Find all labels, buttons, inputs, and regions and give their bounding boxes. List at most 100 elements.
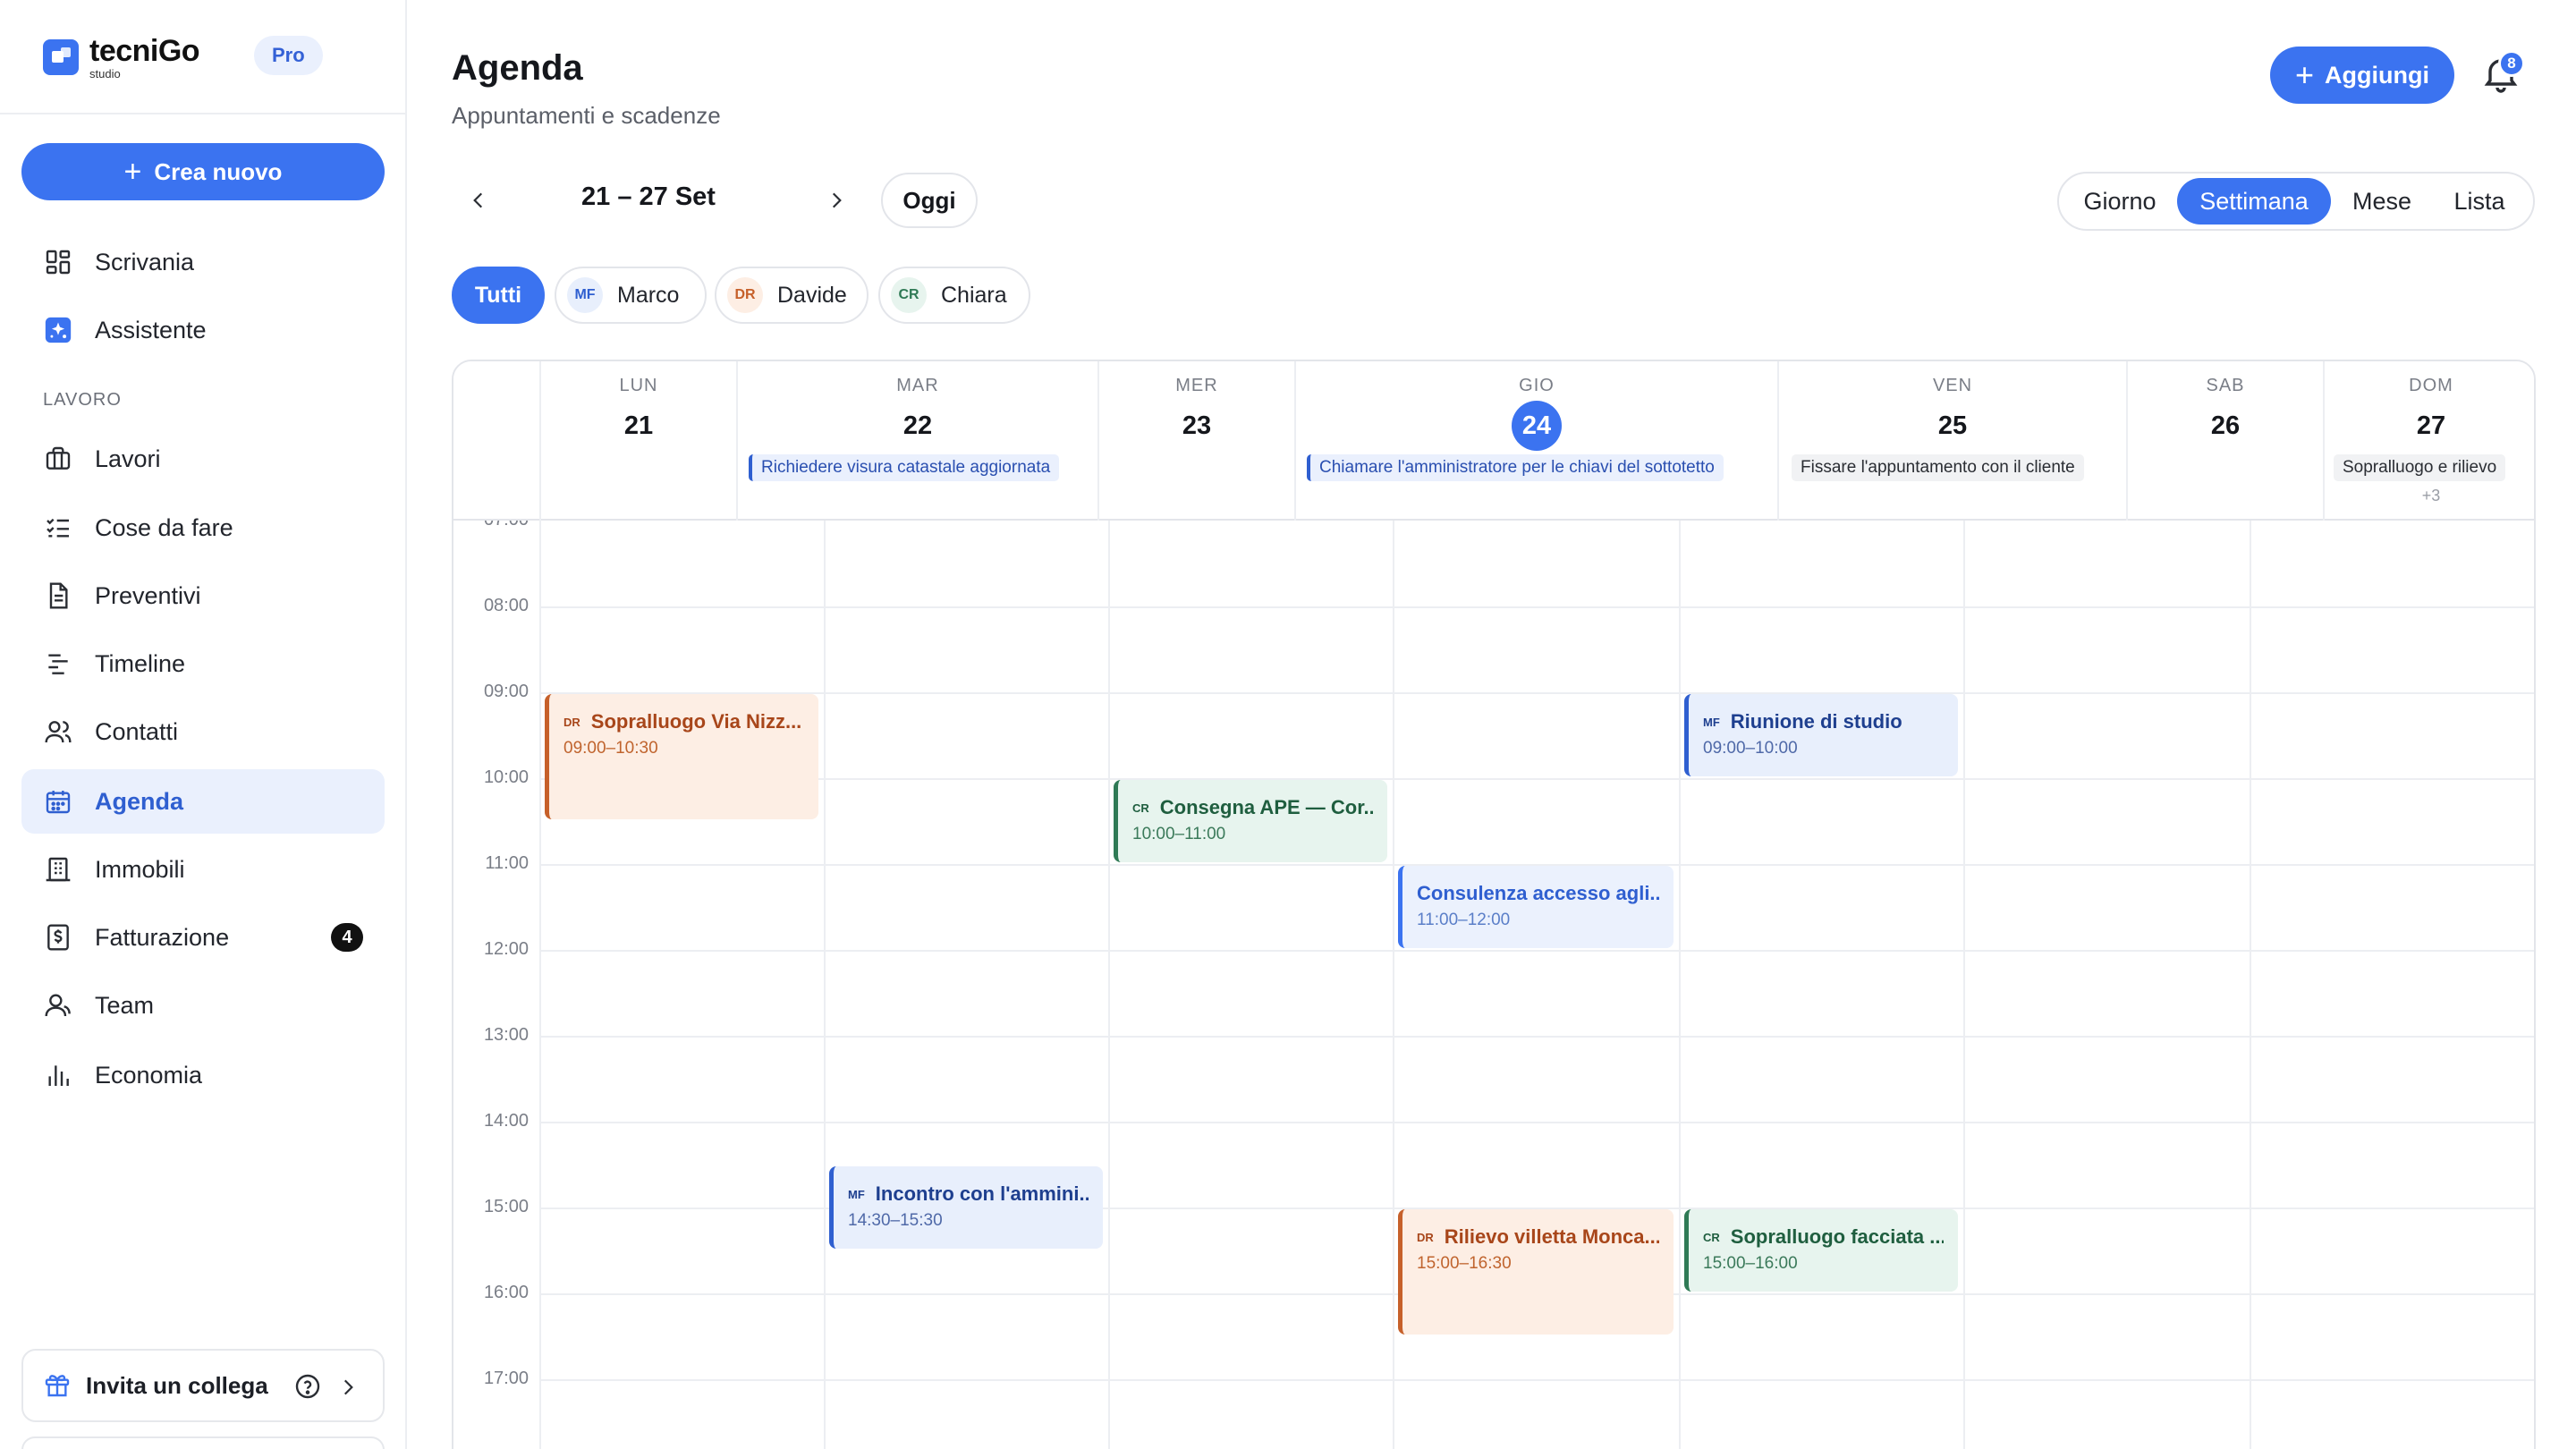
event-owner-initials: CR: [1703, 1230, 1720, 1244]
sidebar-item-label: Fatturazione: [95, 923, 230, 951]
calendar-event[interactable]: CR Consegna APE — Cor... 10:00–11:00: [1114, 780, 1387, 862]
brand[interactable]: tecniGo studio: [43, 30, 200, 84]
filter-chip-tutti[interactable]: Tutti: [452, 267, 545, 324]
day-of-week: LUN: [619, 376, 658, 395]
view-option-mese[interactable]: Mese: [2333, 178, 2431, 225]
event-title-text: Consulenza accesso agli...: [1417, 882, 1659, 904]
plan-badge[interactable]: Pro: [254, 36, 323, 75]
view-option-settimana[interactable]: Settimana: [2177, 178, 2331, 225]
previous-week-button[interactable]: [459, 181, 498, 220]
sidebar-item-preventivi[interactable]: Preventivi: [21, 564, 385, 628]
calendar-event[interactable]: MF Riunione di studio 09:00–10:00: [1684, 694, 1958, 776]
hour-label: 12:00: [483, 939, 529, 959]
create-new-label: Crea nuovo: [154, 157, 283, 185]
sidebar-item-label: Cose da fare: [95, 513, 233, 541]
create-new-button[interactable]: + Crea nuovo: [21, 143, 385, 200]
team-icon: [43, 990, 73, 1021]
event-title-text: Sopralluogo Via Nizz...: [590, 710, 802, 733]
sidebar-item-timeline[interactable]: Timeline: [21, 631, 385, 696]
calendar-event[interactable]: MF Incontro con l'ammini... 14:30–15:30: [829, 1166, 1103, 1249]
day-of-week: DOM: [2409, 376, 2453, 395]
day-header-thu[interactable]: GIO 24 Chiamare l'amministratore per le …: [1294, 361, 1777, 521]
sidebar-item-lavori[interactable]: Lavori: [21, 427, 385, 491]
day-column-line: [2250, 521, 2251, 1449]
deadline-chip[interactable]: Sopralluogo e rilievo: [2334, 454, 2506, 481]
hour-gridline: [539, 692, 2534, 694]
day-header-tue[interactable]: MAR 22 Richiedere visura catastale aggio…: [736, 361, 1097, 521]
chevron-right-icon: [832, 192, 842, 208]
event-title-text: Riunione di studio: [1730, 710, 1902, 733]
day-of-week: MER: [1175, 376, 1218, 395]
deadline-chip[interactable]: Fissare l'appuntamento con il cliente: [1792, 454, 2084, 481]
briefcase-icon: [43, 444, 73, 474]
event-title: DR Sopralluogo Via Nizz...: [564, 710, 804, 733]
calendar-event[interactable]: DR Rilievo villetta Monca... 15:00–16:30: [1398, 1209, 1674, 1335]
hour-label: 09:00: [483, 682, 529, 701]
add-button[interactable]: + Aggiungi: [2270, 47, 2454, 104]
hour-label: 08:00: [483, 596, 529, 615]
filter-label: Davide: [777, 282, 847, 308]
event-title: DR Rilievo villetta Monca...: [1417, 1225, 1659, 1249]
day-number: 22: [902, 411, 933, 440]
day-header-wed[interactable]: MER 23: [1097, 361, 1294, 521]
filter-chip-marco[interactable]: MF Marco: [555, 267, 707, 324]
event-time: 10:00–11:00: [1132, 825, 1226, 843]
invite-label: Invita un collega: [86, 1371, 268, 1399]
deadline-chip[interactable]: Chiamare l'amministratore per le chiavi …: [1307, 454, 1724, 481]
day-of-week: MAR: [896, 376, 939, 395]
hour-label: 15:00: [483, 1197, 529, 1216]
event-title: CR Consegna APE — Cor...: [1132, 796, 1373, 819]
sidebar-item-team[interactable]: Team: [21, 973, 385, 1038]
hour-gridline: [539, 778, 2534, 780]
sidebar-footer-card[interactable]: [21, 1436, 385, 1449]
calendar-event[interactable]: Consulenza accesso agli... 11:00–12:00: [1398, 866, 1674, 948]
calendar-icon: [43, 786, 73, 817]
view-option-giorno[interactable]: Giorno: [2064, 178, 2175, 225]
sidebar-item-label: Preventivi: [95, 581, 201, 609]
day-column-line: [539, 521, 541, 1449]
week-calendar: LUN 21 MAR 22 Richiedere visura catastal…: [452, 360, 2536, 1449]
bar-chart-icon: [43, 1060, 73, 1090]
day-of-week: SAB: [2206, 376, 2245, 395]
deadline-chip[interactable]: Richiedere visura catastale aggiornata: [749, 454, 1060, 481]
sidebar-item-label: Scrivania: [95, 248, 195, 275]
sidebar-item-cose-da-fare[interactable]: Cose da fare: [21, 496, 385, 560]
day-header-sun[interactable]: DOM 27 Sopralluogo e rilievo +3: [2323, 361, 2534, 521]
sidebar-item-contatti[interactable]: Contatti: [21, 699, 385, 764]
hour-gridline: [539, 950, 2534, 952]
sidebar-item-economia[interactable]: Economia: [21, 1043, 385, 1107]
event-time: 14:30–15:30: [848, 1211, 943, 1230]
plus-icon: +: [2295, 56, 2315, 93]
sidebar-item-agenda[interactable]: Agenda: [21, 769, 385, 834]
calendar-event[interactable]: CR Sopralluogo facciata ... 15:00–16:00: [1684, 1209, 1958, 1292]
filter-chip-chiara[interactable]: CR Chiara: [878, 267, 1030, 324]
invoice-icon: [43, 922, 73, 953]
today-button[interactable]: Oggi: [881, 173, 978, 228]
sidebar-item-scrivania[interactable]: Scrivania: [21, 230, 385, 294]
event-time: 11:00–12:00: [1417, 911, 1511, 929]
sidebar-item-fatturazione[interactable]: Fatturazione 4: [21, 905, 385, 970]
view-option-lista[interactable]: Lista: [2433, 178, 2526, 225]
hour-label: 13:00: [483, 1025, 529, 1045]
hour-gridline: [539, 1379, 2534, 1381]
page-subtitle: Appuntamenti e scadenze: [452, 102, 721, 129]
filter-chip-davide[interactable]: DR Davide: [715, 267, 869, 324]
sidebar-item-label: Timeline: [95, 649, 186, 677]
sidebar-item-immobili[interactable]: Immobili: [21, 837, 385, 902]
filter-label: Tutti: [474, 282, 522, 308]
sidebar-item-assistente[interactable]: Assistente: [21, 298, 385, 362]
day-header-mon[interactable]: LUN 21: [539, 361, 736, 521]
next-week-button[interactable]: [817, 181, 856, 220]
more-deadlines-count[interactable]: +3: [2325, 487, 2534, 505]
day-header-sat[interactable]: SAB 26: [2126, 361, 2323, 521]
day-header-fri[interactable]: VEN 25 Fissare l'appuntamento con il cli…: [1777, 361, 2126, 521]
help-icon[interactable]: [293, 1372, 322, 1401]
sidebar-item-label: Assistente: [95, 316, 207, 343]
page-title: Agenda: [452, 48, 583, 88]
avatar: DR: [727, 277, 763, 313]
calendar-event[interactable]: DR Sopralluogo Via Nizz... 09:00–10:30: [545, 694, 818, 819]
hour-label: 16:00: [483, 1283, 529, 1302]
invite-colleague-card[interactable]: Invita un collega: [21, 1349, 385, 1422]
event-title-text: Consegna APE — Cor...: [1159, 796, 1373, 818]
date-range-label: 21 – 27 Set: [581, 182, 716, 211]
